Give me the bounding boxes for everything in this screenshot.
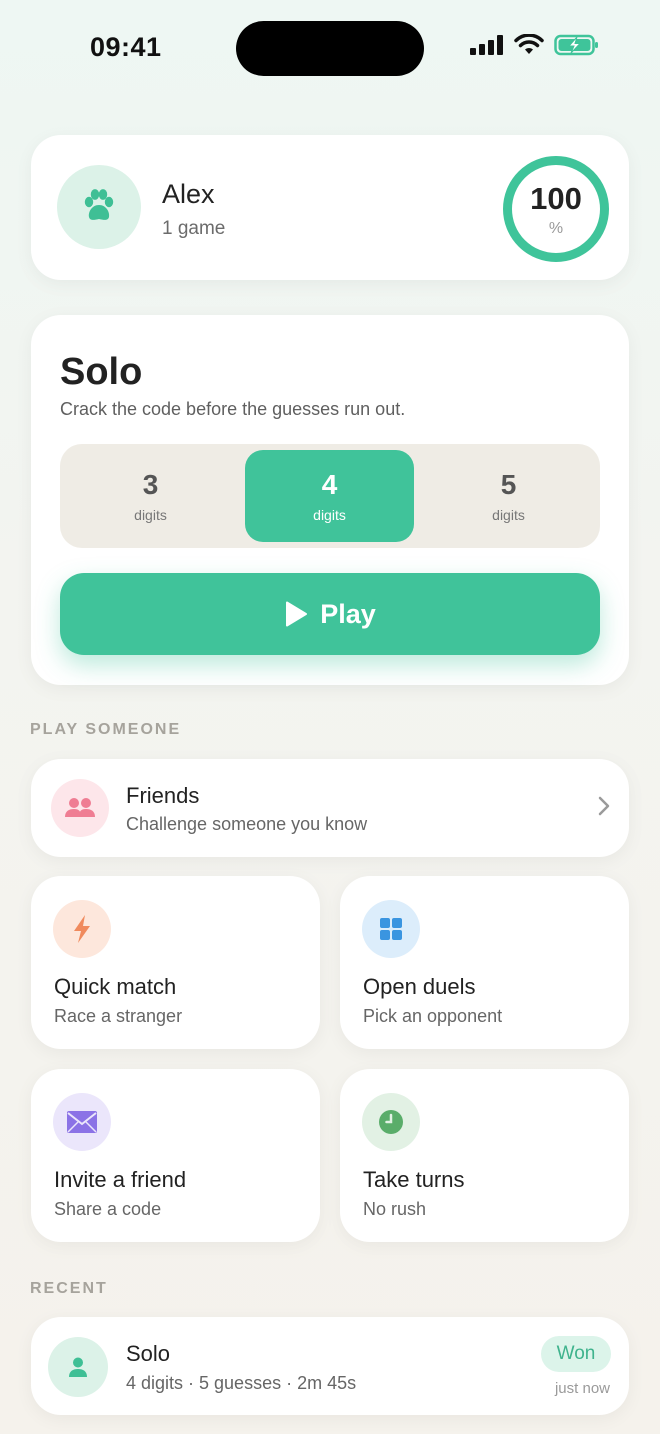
- section-heading-recent: RECENT: [30, 1280, 108, 1297]
- grid-icon: [380, 918, 402, 940]
- solo-description: Crack the code before the guesses run ou…: [60, 399, 406, 419]
- take-turns-tile[interactable]: Take turns No rush: [340, 1069, 629, 1242]
- battery-charging-icon: [554, 34, 598, 56]
- friends-subtitle: Challenge someone you know: [126, 814, 368, 834]
- section-heading-play-someone: PLAY SOMEONE: [30, 721, 182, 738]
- avatar: [57, 165, 141, 249]
- cellular-signal-icon: [470, 35, 503, 55]
- games-count: 1 game: [162, 218, 226, 239]
- tile-subtitle: Share a code: [54, 1199, 162, 1219]
- digits-option-3[interactable]: 3 digits: [66, 450, 235, 542]
- tile-title: Take turns: [363, 1167, 465, 1192]
- paw-icon: [84, 189, 114, 220]
- recent-game-row[interactable]: Solo 4 digits · 5 guesses · 2m 45s Won j…: [31, 1317, 629, 1415]
- friends-title: Friends: [126, 783, 200, 808]
- tile-subtitle: No rush: [363, 1199, 427, 1219]
- wifi-icon: [514, 34, 544, 54]
- quick-match-icon-badge: [53, 900, 111, 958]
- player-name: Alex: [162, 179, 215, 209]
- people-icon: [65, 798, 95, 817]
- invite-friend-icon-badge: [53, 1093, 111, 1151]
- invite-friend-tile[interactable]: Invite a friend Share a code: [31, 1069, 320, 1242]
- digits-option-value: 5: [500, 469, 517, 500]
- digits-option-5[interactable]: 5 digits: [424, 450, 593, 542]
- person-icon: [69, 1357, 87, 1377]
- win-rate-ring: 100 %: [503, 156, 609, 262]
- tile-title: Open duels: [363, 974, 476, 999]
- dynamic-island: [236, 21, 424, 76]
- digits-option-value: 4: [321, 469, 338, 500]
- tile-title: Invite a friend: [54, 1167, 187, 1192]
- quick-match-tile[interactable]: Quick match Race a stranger: [31, 876, 320, 1049]
- play-button[interactable]: Play: [60, 573, 600, 655]
- tile-title: Quick match: [54, 974, 177, 999]
- play-icon: [286, 601, 308, 627]
- digits-segmented-control: 3 digits 4 digits 5 digits: [60, 444, 600, 548]
- recent-timestamp: just now: [554, 1380, 610, 1397]
- profile-card[interactable]: Alex 1 game 100 %: [31, 135, 629, 280]
- solo-title: Solo: [60, 351, 143, 393]
- clock-icon: [379, 1110, 403, 1134]
- tile-subtitle: Pick an opponent: [363, 1006, 503, 1026]
- status-bar: 09:41: [0, 0, 660, 96]
- tile-subtitle: Race a stranger: [54, 1006, 183, 1026]
- digits-option-label: digits: [134, 507, 167, 523]
- friends-icon-badge: [51, 779, 109, 837]
- recent-title: Solo: [126, 1341, 171, 1366]
- win-rate-value: 100: [530, 180, 582, 216]
- result-badge: Won: [541, 1336, 611, 1372]
- solo-card: Solo Crack the code before the guesses r…: [31, 315, 629, 685]
- take-turns-icon-badge: [362, 1093, 420, 1151]
- status-time: 09:41: [90, 32, 162, 62]
- open-duels-icon-badge: [362, 900, 420, 958]
- open-duels-tile[interactable]: Open duels Pick an opponent: [340, 876, 629, 1049]
- digits-option-value: 3: [142, 469, 159, 500]
- recent-icon-badge: [48, 1337, 108, 1397]
- chevron-right-icon: [598, 796, 610, 816]
- digits-option-4[interactable]: 4 digits: [245, 450, 414, 542]
- win-rate-unit: %: [548, 219, 564, 237]
- lightning-icon: [74, 915, 90, 943]
- recent-details: 4 digits · 5 guesses · 2m 45s: [126, 1373, 357, 1393]
- status-icons: [470, 34, 600, 56]
- friends-row[interactable]: Friends Challenge someone you know: [31, 759, 629, 857]
- play-label: Play: [320, 598, 376, 629]
- envelope-icon: [67, 1111, 97, 1133]
- digits-option-label: digits: [492, 507, 525, 523]
- digits-option-label: digits: [313, 507, 346, 523]
